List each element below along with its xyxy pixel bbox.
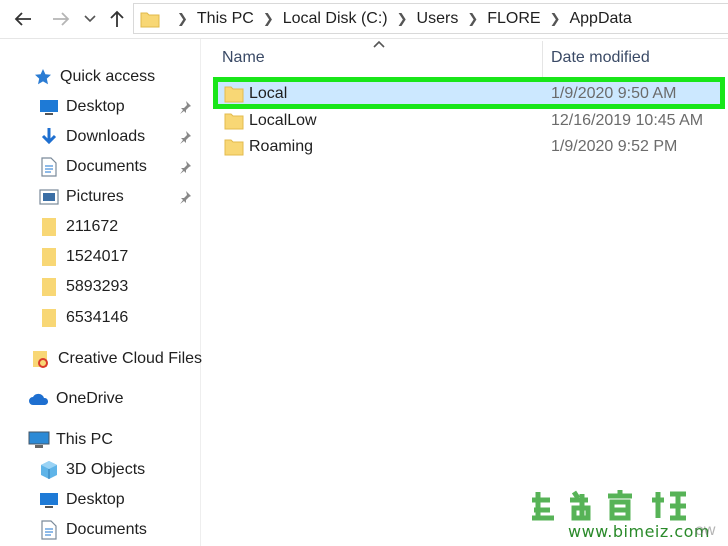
breadcrumb-appdata[interactable]: AppData bbox=[569, 10, 631, 28]
sidebar-item-folder-6534146[interactable]: 6534146 bbox=[38, 304, 128, 332]
breadcrumb-separator-icon[interactable]: ❯ bbox=[263, 11, 274, 27]
table-row-roaming[interactable]: Roaming 1/9/2020 9:52 PM bbox=[217, 135, 722, 160]
pin-icon[interactable] bbox=[178, 190, 192, 204]
pin-icon[interactable] bbox=[178, 130, 192, 144]
up-button[interactable] bbox=[104, 6, 130, 32]
sidebar-item-label: Pictures bbox=[66, 188, 124, 205]
creative-cloud-icon bbox=[30, 348, 52, 370]
arrow-up-icon bbox=[110, 10, 124, 27]
arrow-right-icon bbox=[53, 12, 70, 26]
star-icon bbox=[32, 66, 54, 88]
navigation-bar: ❯ This PC ❯ Local Disk (C:) ❯ Users ❯ FL… bbox=[0, 0, 728, 39]
sidebar-item-this-pc[interactable]: This PC bbox=[28, 426, 113, 454]
sidebar-item-downloads[interactable]: Downloads bbox=[38, 123, 145, 151]
breadcrumb-local-disk[interactable]: Local Disk (C:) bbox=[283, 10, 388, 28]
forward-button[interactable] bbox=[48, 6, 74, 32]
file-name: Roaming bbox=[249, 138, 314, 155]
desktop-icon bbox=[38, 489, 60, 511]
folder-icon bbox=[224, 139, 244, 156]
sidebar-item-documents-pc[interactable]: Documents bbox=[38, 516, 147, 544]
sidebar-item-label: Desktop bbox=[66, 98, 125, 115]
watermark-logo bbox=[532, 490, 686, 521]
sidebar-item-label: This PC bbox=[56, 431, 113, 448]
sidebar-item-creative-cloud-files[interactable]: Creative Cloud Files bbox=[30, 345, 202, 373]
sidebar-item-label: 211672 bbox=[66, 218, 119, 235]
sidebar-item-label: OneDrive bbox=[56, 390, 124, 407]
cloud-icon bbox=[28, 388, 50, 410]
sidebar-item-label: Creative Cloud Files bbox=[58, 350, 203, 367]
sidebar-item-label: Downloads bbox=[66, 128, 146, 145]
sidebar-item-label: 5893293 bbox=[66, 278, 129, 295]
sidebar-item-label: 1524017 bbox=[66, 248, 129, 265]
breadcrumb-flore[interactable]: FLORE bbox=[487, 10, 540, 28]
sidebar-item-folder-211672[interactable]: 211672 bbox=[38, 213, 118, 241]
chevron-down-icon bbox=[84, 15, 96, 23]
breadcrumb-separator-icon[interactable]: ❯ bbox=[467, 11, 478, 27]
breadcrumb-separator-icon[interactable]: ❯ bbox=[550, 11, 561, 27]
highlight-box bbox=[213, 77, 725, 109]
sidebar-item-desktop[interactable]: Desktop bbox=[38, 93, 125, 121]
breadcrumb-users[interactable]: Users bbox=[417, 10, 459, 28]
recent-locations-button[interactable] bbox=[80, 6, 100, 32]
table-row-locallow[interactable]: LocalLow 12/16/2019 10:45 AM bbox=[217, 109, 722, 134]
arrow-left-icon bbox=[14, 12, 31, 26]
sidebar-item-desktop-pc[interactable]: Desktop bbox=[38, 486, 125, 514]
sidebar-item-folder-5893293[interactable]: 5893293 bbox=[38, 273, 128, 301]
sidebar-item-folder-1524017[interactable]: 1524017 bbox=[38, 243, 128, 271]
picture-icon bbox=[38, 186, 60, 208]
file-list: Name Date modified Local 1/9/2020 9:50 A… bbox=[201, 39, 728, 546]
column-header-name[interactable]: Name bbox=[222, 49, 265, 71]
file-name: LocalLow bbox=[249, 112, 317, 129]
watermark-tail: ow bbox=[695, 522, 716, 539]
watermark: www.bimeiz.com ow bbox=[520, 486, 728, 546]
sidebar-item-label: 3D Objects bbox=[66, 461, 146, 478]
download-icon bbox=[38, 126, 60, 148]
sidebar-item-documents[interactable]: Documents bbox=[38, 153, 147, 181]
desktop-icon bbox=[38, 96, 60, 118]
sort-ascending-icon bbox=[373, 40, 385, 48]
pin-icon[interactable] bbox=[178, 100, 192, 114]
breadcrumb-this-pc[interactable]: This PC bbox=[197, 10, 254, 28]
sidebar-item-label: Documents bbox=[66, 158, 147, 175]
sidebar-item-3d-objects[interactable]: 3D Objects bbox=[38, 456, 145, 484]
sidebar-item-label: Desktop bbox=[66, 491, 125, 508]
cube-icon bbox=[38, 459, 60, 481]
pin-icon[interactable] bbox=[178, 160, 192, 174]
folder-icon bbox=[38, 276, 60, 298]
folder-icon bbox=[224, 113, 244, 130]
breadcrumb-separator-icon[interactable]: ❯ bbox=[397, 11, 408, 27]
back-button[interactable] bbox=[10, 6, 36, 32]
watermark-url: www.bimeiz.com bbox=[568, 522, 711, 541]
folder-icon bbox=[38, 246, 60, 268]
column-header-date-modified[interactable]: Date modified bbox=[551, 49, 650, 71]
computer-icon bbox=[28, 429, 50, 451]
folder-icon bbox=[140, 12, 160, 27]
sidebar-item-onedrive[interactable]: OneDrive bbox=[28, 385, 124, 413]
column-divider[interactable] bbox=[542, 41, 543, 77]
sidebar-item-label: Quick access bbox=[60, 68, 156, 85]
address-bar[interactable]: ❯ This PC ❯ Local Disk (C:) ❯ Users ❯ FL… bbox=[133, 3, 728, 34]
sidebar-item-label: 6534146 bbox=[66, 309, 129, 326]
sidebar-item-quick-access[interactable]: Quick access bbox=[32, 63, 155, 91]
folder-icon bbox=[38, 307, 60, 329]
document-icon bbox=[38, 156, 60, 178]
folder-icon bbox=[38, 216, 60, 238]
navigation-pane: Quick access Desktop Downloads Documents… bbox=[0, 39, 202, 546]
sidebar-item-label: Documents bbox=[66, 521, 147, 538]
document-icon bbox=[38, 519, 60, 541]
breadcrumb-separator-icon[interactable]: ❯ bbox=[177, 11, 188, 27]
file-date-modified: 12/16/2019 10:45 AM bbox=[551, 112, 704, 129]
sidebar-item-pictures[interactable]: Pictures bbox=[38, 183, 124, 211]
file-date-modified: 1/9/2020 9:52 PM bbox=[551, 138, 678, 155]
